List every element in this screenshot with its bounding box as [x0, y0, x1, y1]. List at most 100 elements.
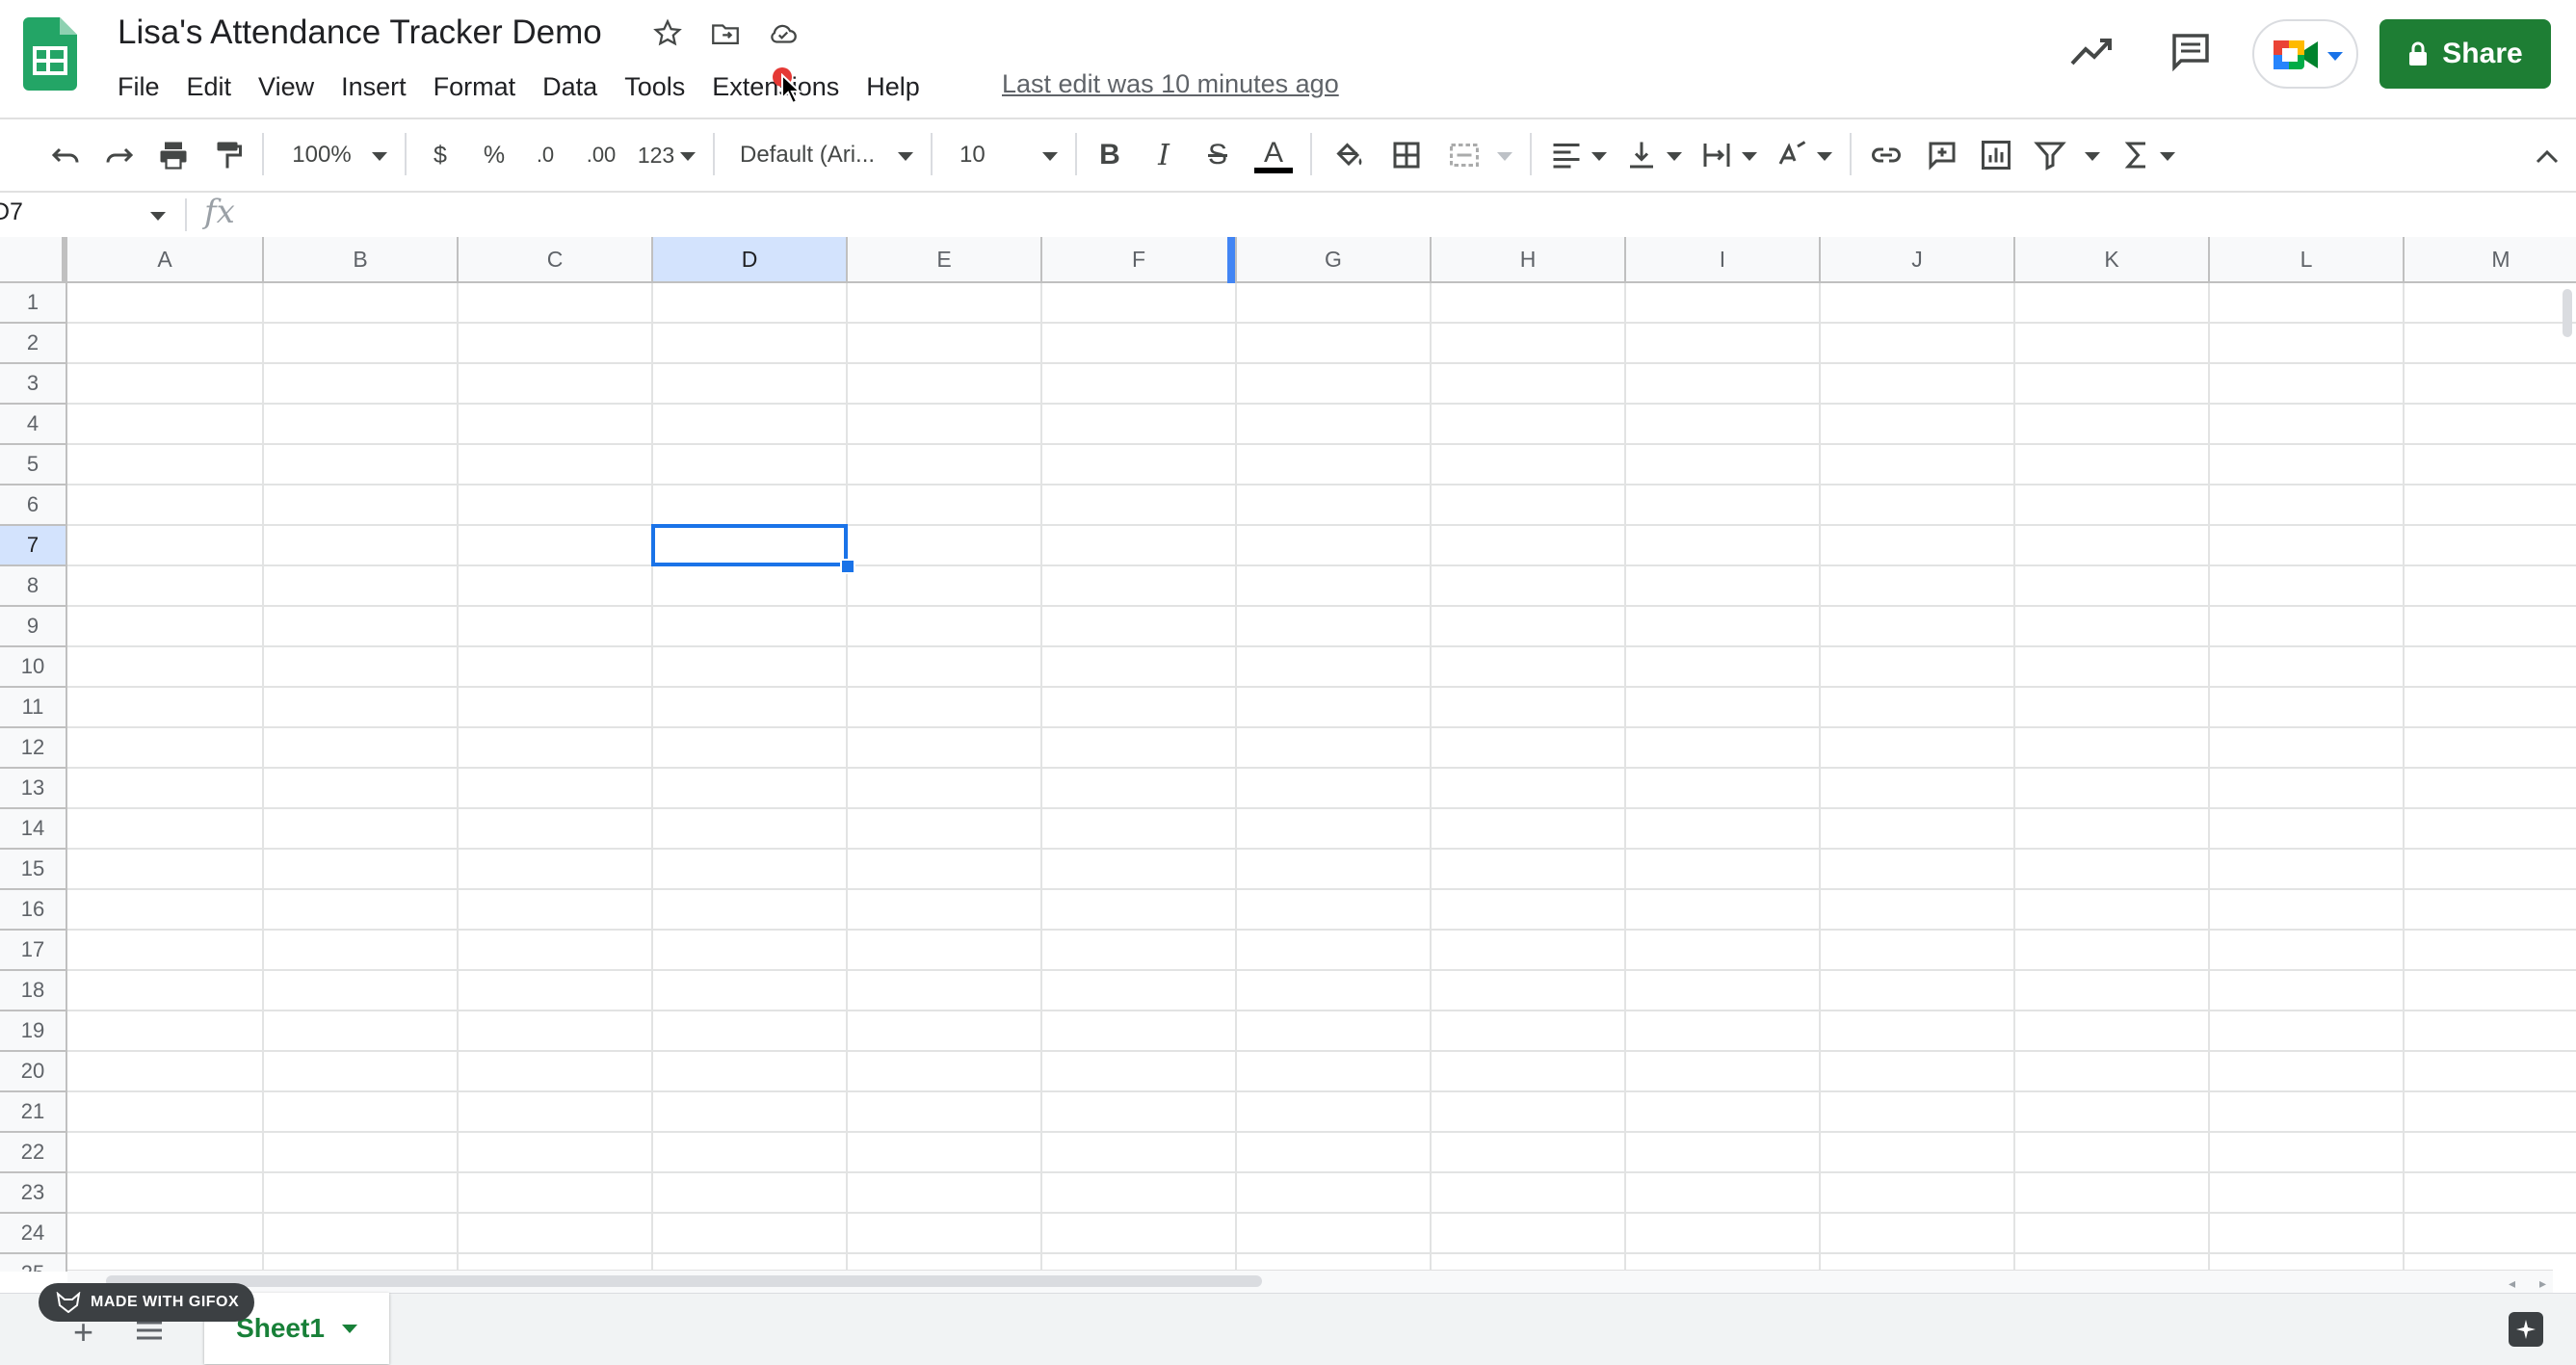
borders-icon[interactable] [1385, 135, 1428, 175]
explore-icon[interactable] [2509, 1312, 2543, 1347]
menu-tools[interactable]: Tools [611, 72, 698, 102]
vertical-scroll-thumb[interactable] [2563, 289, 2572, 337]
row-header-6[interactable]: 6 [0, 486, 67, 526]
zoom-select[interactable]: 100% [283, 135, 360, 175]
column-header-f[interactable]: F [1042, 237, 1237, 281]
row-header-16[interactable]: 16 [0, 890, 67, 931]
last-edit-link[interactable]: Last edit was 10 minutes ago [1002, 69, 1339, 99]
column-header-g[interactable]: G [1237, 237, 1432, 281]
row-header-8[interactable]: 8 [0, 566, 67, 607]
name-box[interactable]: D7 [0, 198, 166, 231]
row-header-22[interactable]: 22 [0, 1133, 67, 1173]
horizontal-align-icon[interactable] [1547, 135, 1586, 175]
cloud-status-icon[interactable] [767, 17, 800, 50]
menu-view[interactable]: View [245, 72, 328, 102]
name-box-caret[interactable] [150, 212, 166, 221]
document-title[interactable]: Lisa's Attendance Tracker Demo [118, 13, 602, 52]
menu-file[interactable]: File [104, 72, 173, 102]
text-wrapping-caret[interactable] [1742, 152, 1757, 161]
row-header-24[interactable]: 24 [0, 1214, 67, 1254]
scroll-right-arrow-icon[interactable]: ▸ [2539, 1275, 2546, 1292]
vertical-align-icon[interactable] [1622, 135, 1661, 175]
font-family-select[interactable]: Default (Ari... [740, 135, 884, 175]
comments-icon[interactable] [2169, 31, 2212, 73]
insert-comment-icon[interactable] [1921, 135, 1963, 175]
row-header-7[interactable]: 7 [0, 526, 67, 566]
more-formats-caret[interactable] [680, 152, 696, 161]
paint-format-icon[interactable] [206, 135, 249, 175]
row-header-2[interactable]: 2 [0, 324, 67, 364]
fill-handle[interactable] [840, 559, 855, 574]
menu-data[interactable]: Data [529, 72, 611, 102]
merge-cells-caret[interactable] [1497, 152, 1512, 161]
hide-menus-chevron-icon[interactable] [2532, 141, 2563, 171]
horizontal-align-caret[interactable] [1591, 152, 1607, 161]
horizontal-scroll-thumb[interactable] [106, 1275, 1262, 1287]
row-header-23[interactable]: 23 [0, 1173, 67, 1214]
text-rotation-caret[interactable] [1817, 152, 1832, 161]
column-header-e[interactable]: E [848, 237, 1042, 281]
active-cell-selection[interactable] [651, 524, 848, 566]
row-header-5[interactable]: 5 [0, 445, 67, 486]
formula-input[interactable] [260, 197, 2553, 231]
meet-dropdown-caret[interactable] [2327, 52, 2343, 61]
row-header-17[interactable]: 17 [0, 931, 67, 971]
activity-dashboard-icon[interactable] [2069, 35, 2114, 69]
merge-cells-icon[interactable] [1443, 135, 1485, 175]
row-header-19[interactable]: 19 [0, 1011, 67, 1052]
insert-link-icon[interactable] [1865, 135, 1907, 175]
row-header-3[interactable]: 3 [0, 364, 67, 405]
column-header-b[interactable]: B [264, 237, 459, 281]
text-wrapping-icon[interactable] [1697, 135, 1736, 175]
insert-chart-icon[interactable] [1975, 135, 2017, 175]
select-all-corner[interactable] [0, 237, 67, 281]
font-family-caret[interactable] [898, 152, 913, 161]
column-header-h[interactable]: H [1432, 237, 1626, 281]
row-header-14[interactable]: 14 [0, 809, 67, 850]
sheet-tab-caret[interactable] [341, 1324, 357, 1333]
column-header-l[interactable]: L [2210, 237, 2405, 281]
increase-decimal-button[interactable]: .00 [580, 135, 622, 175]
bold-button[interactable]: B [1091, 135, 1129, 175]
menu-format[interactable]: Format [420, 72, 530, 102]
share-button[interactable]: Share [2379, 19, 2551, 89]
text-rotation-icon[interactable] [1773, 135, 1811, 175]
functions-caret[interactable] [2160, 152, 2175, 161]
zoom-dropdown-caret[interactable] [372, 152, 387, 161]
print-icon[interactable] [152, 135, 195, 175]
menu-edit[interactable]: Edit [173, 72, 246, 102]
row-header-15[interactable]: 15 [0, 850, 67, 890]
row-header-18[interactable]: 18 [0, 971, 67, 1011]
row-header-9[interactable]: 9 [0, 607, 67, 647]
redo-icon[interactable] [98, 135, 141, 175]
move-folder-icon[interactable] [709, 17, 742, 50]
column-header-j[interactable]: J [1821, 237, 2015, 281]
scroll-left-arrow-icon[interactable]: ◂ [2509, 1275, 2515, 1292]
sheets-logo-icon[interactable] [23, 17, 77, 91]
strikethrough-button[interactable]: S [1198, 135, 1237, 175]
column-header-i[interactable]: I [1626, 237, 1821, 281]
row-header-21[interactable]: 21 [0, 1092, 67, 1133]
cell-area[interactable] [67, 283, 2576, 1272]
menu-help[interactable]: Help [853, 72, 933, 102]
row-header-13[interactable]: 13 [0, 769, 67, 809]
meet-button[interactable] [2252, 19, 2358, 89]
filter-caret[interactable] [2085, 152, 2100, 161]
row-header-11[interactable]: 11 [0, 688, 67, 728]
column-header-c[interactable]: C [459, 237, 653, 281]
column-header-a[interactable]: A [67, 237, 264, 281]
vertical-align-caret[interactable] [1667, 152, 1682, 161]
italic-button[interactable]: I [1144, 135, 1183, 175]
font-size-caret[interactable] [1042, 152, 1058, 161]
column-header-m[interactable]: M [2405, 237, 2576, 281]
menu-insert[interactable]: Insert [328, 72, 420, 102]
column-header-d[interactable]: D [653, 237, 848, 281]
decrease-decimal-button[interactable]: .0 [528, 135, 563, 175]
row-header-25[interactable]: 25 [0, 1254, 67, 1272]
fill-color-icon[interactable] [1327, 135, 1370, 175]
row-header-20[interactable]: 20 [0, 1052, 67, 1092]
column-header-k[interactable]: K [2015, 237, 2210, 281]
more-formats-button[interactable]: 123 [634, 135, 678, 175]
currency-format-button[interactable]: $ [424, 135, 457, 175]
row-header-12[interactable]: 12 [0, 728, 67, 769]
